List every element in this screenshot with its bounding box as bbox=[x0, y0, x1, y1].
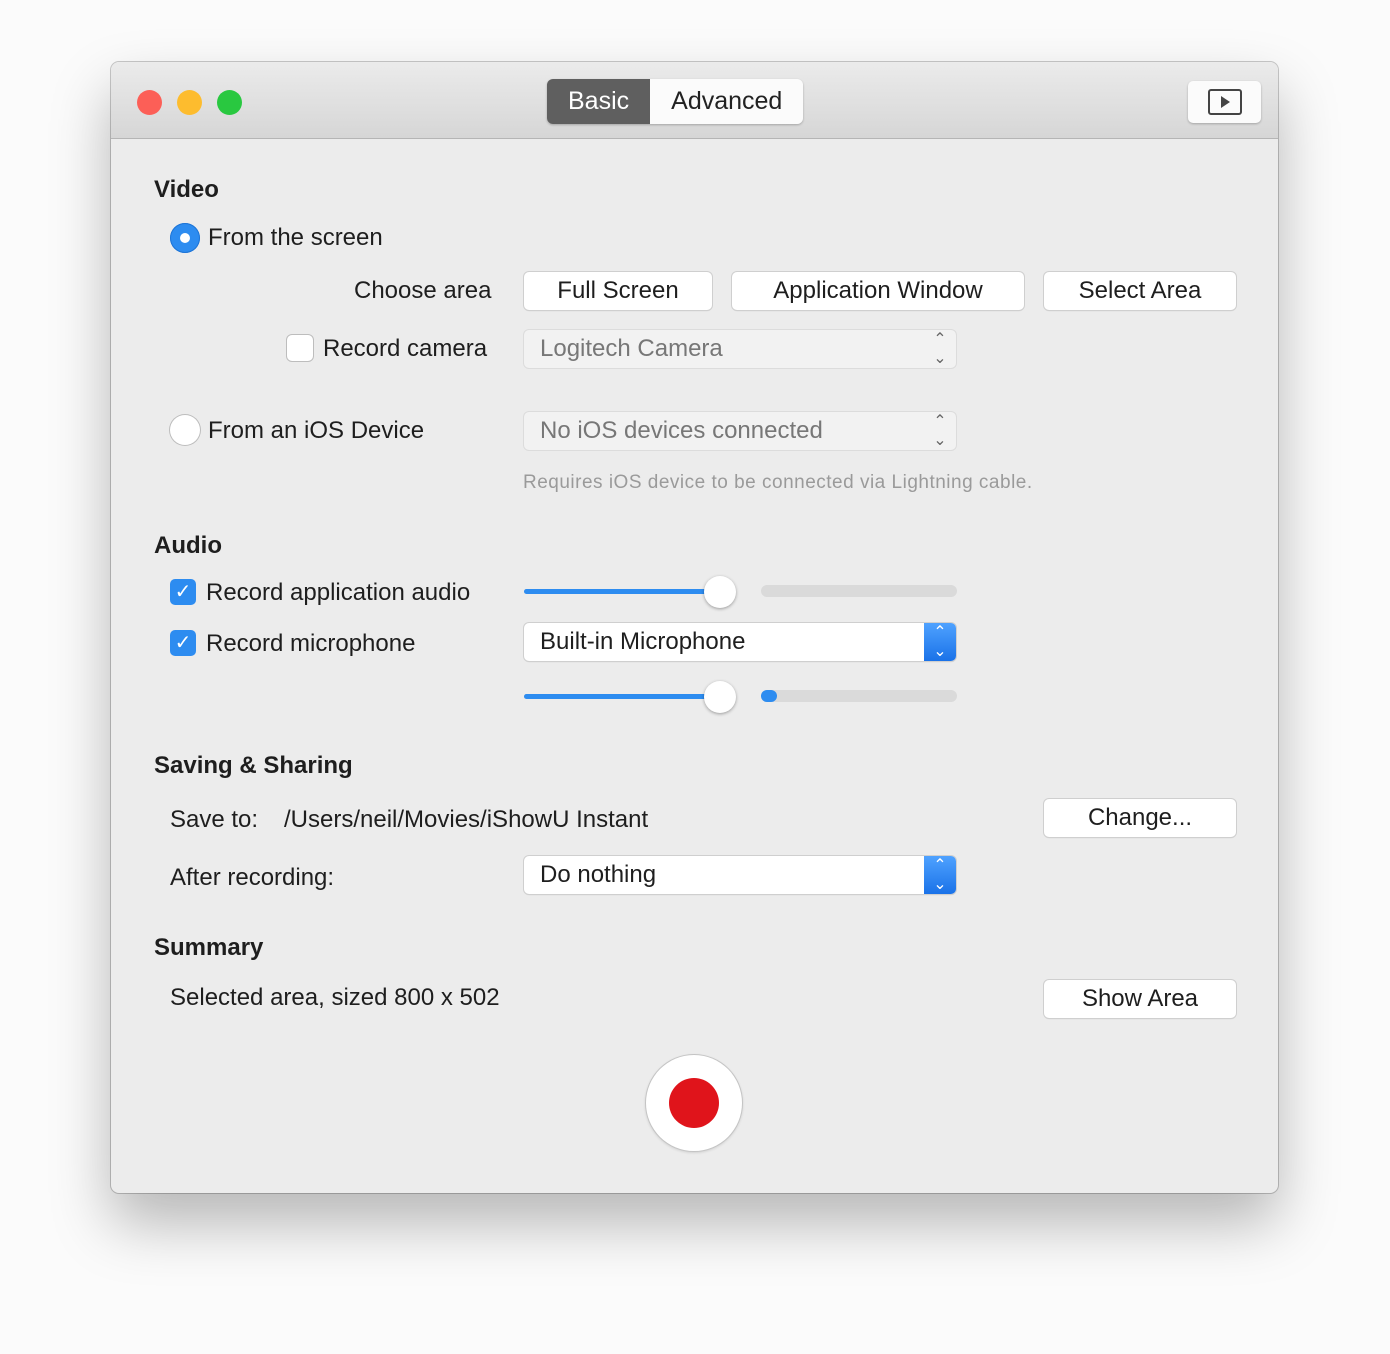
microphone-select[interactable]: Built-in Microphone ⌃ ⌄ bbox=[524, 623, 956, 661]
minimize-button[interactable] bbox=[177, 90, 202, 115]
after-recording-value: Do nothing bbox=[540, 861, 657, 888]
camera-select-value: Logitech Camera bbox=[540, 335, 723, 362]
change-button[interactable]: Change... bbox=[1044, 799, 1236, 837]
from-screen-label: From the screen bbox=[208, 224, 383, 251]
play-icon bbox=[1207, 89, 1242, 115]
full-screen-button[interactable]: Full Screen bbox=[524, 272, 712, 310]
chevron-updown-icon: ⌃ ⌄ bbox=[933, 413, 947, 449]
record-camera-checkbox[interactable] bbox=[287, 335, 313, 361]
after-recording-select[interactable]: Do nothing ⌃ ⌄ bbox=[524, 856, 956, 894]
saving-heading: Saving & Sharing bbox=[154, 752, 353, 779]
record-icon bbox=[669, 1078, 719, 1128]
zoom-button[interactable] bbox=[217, 90, 242, 115]
from-ios-label: From an iOS Device bbox=[208, 417, 425, 444]
tab-advanced[interactable]: Advanced bbox=[650, 79, 804, 124]
record-microphone-label: Record microphone bbox=[206, 630, 416, 657]
from-screen-radio[interactable] bbox=[170, 223, 200, 253]
chevron-updown-icon: ⌃ ⌄ bbox=[924, 856, 956, 894]
chevron-updown-icon: ⌃ ⌄ bbox=[924, 623, 956, 661]
after-recording-label: After recording: bbox=[170, 864, 335, 891]
mic-level-meter bbox=[761, 690, 957, 702]
ios-select-value: No iOS devices connected bbox=[540, 417, 823, 444]
summary-text: Selected area, sized 800 x 502 bbox=[170, 984, 500, 1011]
from-ios-radio[interactable] bbox=[170, 415, 200, 445]
ios-device-select[interactable]: No iOS devices connected ⌃ ⌄ bbox=[524, 412, 956, 450]
app-audio-level-meter bbox=[761, 585, 957, 597]
title-bar: Basic Advanced bbox=[111, 62, 1278, 139]
audio-heading: Audio bbox=[154, 532, 222, 559]
record-camera-label: Record camera bbox=[323, 335, 488, 362]
summary-heading: Summary bbox=[154, 934, 264, 961]
record-app-audio-label: Record application audio bbox=[206, 579, 471, 606]
record-microphone-checkbox[interactable]: ✓ bbox=[170, 630, 196, 656]
chevron-updown-icon: ⌃ ⌄ bbox=[933, 331, 947, 367]
mode-segmented-control: Basic Advanced bbox=[547, 79, 804, 124]
camera-select[interactable]: Logitech Camera ⌃ ⌄ bbox=[524, 330, 956, 368]
record-app-audio-checkbox[interactable]: ✓ bbox=[170, 579, 196, 605]
close-button[interactable] bbox=[137, 90, 162, 115]
app-window: Basic Advanced Video From the screen Cho… bbox=[111, 62, 1278, 1193]
save-to-label: Save to: bbox=[170, 806, 259, 833]
show-area-button[interactable]: Show Area bbox=[1044, 980, 1236, 1018]
choose-area-label: Choose area bbox=[354, 277, 492, 304]
record-button[interactable] bbox=[646, 1055, 742, 1151]
select-area-button[interactable]: Select Area bbox=[1044, 272, 1236, 310]
microphone-select-value: Built-in Microphone bbox=[540, 628, 746, 655]
application-window-button[interactable]: Application Window bbox=[732, 272, 1024, 310]
tab-basic[interactable]: Basic bbox=[547, 79, 651, 124]
video-heading: Video bbox=[154, 176, 219, 203]
save-path: /Users/neil/Movies/iShowU Instant bbox=[284, 806, 649, 833]
play-button[interactable] bbox=[1188, 81, 1261, 123]
ios-hint: Requires iOS device to be connected via … bbox=[523, 472, 1033, 493]
